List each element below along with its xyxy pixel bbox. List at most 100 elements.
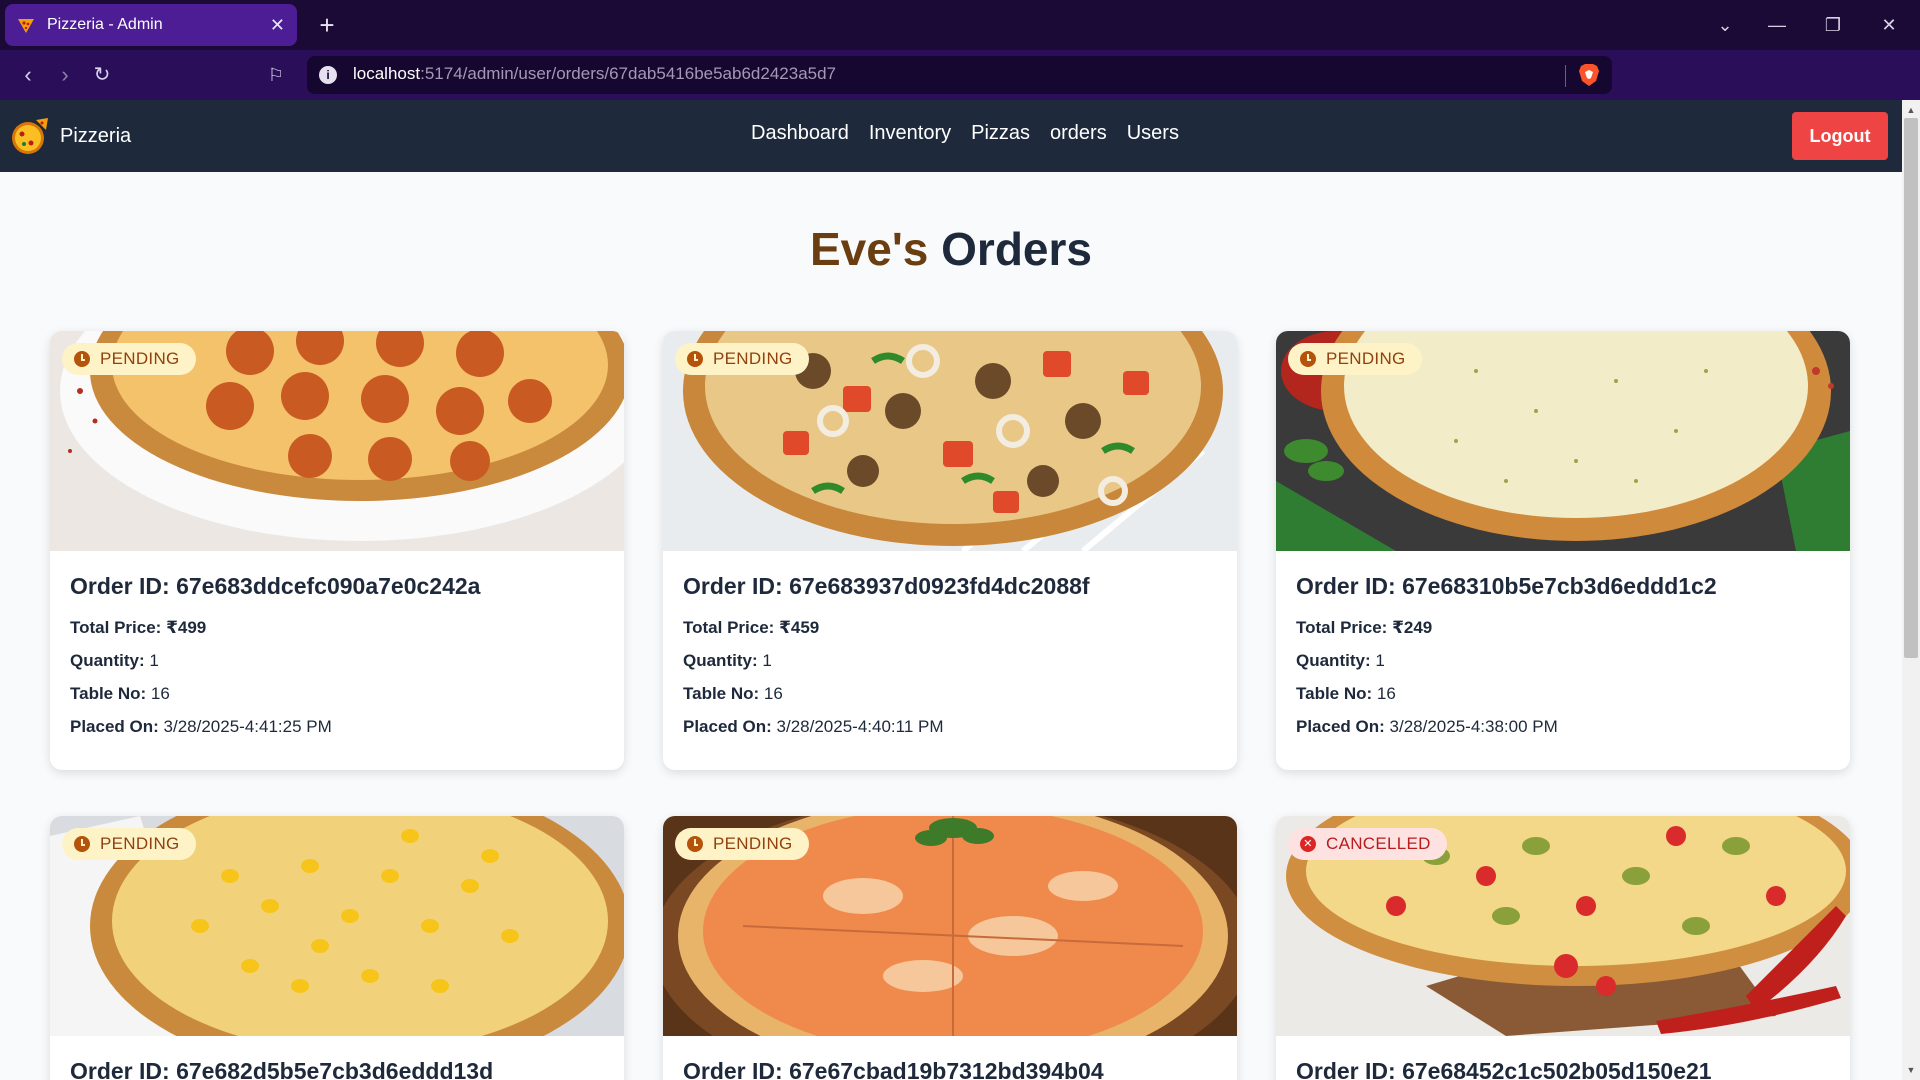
- order-id: Order ID: 67e682d5b5e7cb3d6eddd13d: [70, 1058, 604, 1080]
- table-no-label: Table No:: [70, 684, 147, 703]
- brand[interactable]: Pizzeria: [10, 116, 131, 156]
- order-id-label: Order ID:: [683, 1058, 783, 1080]
- status-text: CANCELLED: [1326, 834, 1431, 853]
- order-card[interactable]: PENDING Order ID: 67e67cbad19b7312bd394b…: [663, 816, 1237, 1080]
- status-badge: PENDING: [62, 828, 196, 860]
- order-id-label: Order ID:: [70, 573, 170, 599]
- pizza-image: ✕ CANCELLED: [1276, 816, 1850, 1036]
- scroll-up-icon[interactable]: ▲: [1905, 104, 1917, 116]
- reload-icon[interactable]: ↻: [88, 62, 116, 88]
- table-no-label: Table No:: [683, 684, 760, 703]
- placed-on-label: Placed On:: [70, 717, 159, 736]
- address-bar[interactable]: i localhost:5174/admin/user/orders/67dab…: [307, 56, 1612, 94]
- new-tab-icon[interactable]: +: [312, 10, 342, 40]
- placed-on-label: Placed On:: [683, 717, 772, 736]
- order-id: Order ID: 67e683ddcefc090a7e0c242a: [70, 573, 604, 600]
- forward-icon[interactable]: ›: [51, 62, 79, 88]
- placed-on-value: 3/28/2025-4:41:25 PM: [163, 717, 332, 736]
- order-id-value: 67e68452c1c502b05d150e21: [1402, 1058, 1712, 1080]
- clock-icon: [687, 836, 703, 852]
- order-card[interactable]: ✕ CANCELLED Order ID: 67e68452c1c502b05d…: [1276, 816, 1850, 1080]
- brand-name: Pizzeria: [60, 124, 132, 147]
- nav-dashboard[interactable]: Dashboard: [751, 122, 849, 145]
- page-title-owner: Eve's: [809, 223, 929, 275]
- pizza-image: PENDING: [663, 816, 1237, 1036]
- total-price-label: Total Price:: [683, 618, 775, 637]
- tab-title: Pizzeria - Admin: [47, 16, 163, 33]
- quantity-label: Quantity:: [683, 651, 758, 670]
- page-title-rest: Orders: [941, 223, 1092, 275]
- order-details: Order ID: 67e683937d0923fd4dc2088f Total…: [663, 551, 1237, 770]
- main-nav: Dashboard Inventory Pizzas orders Users: [751, 122, 1179, 145]
- scroll-down-icon[interactable]: ▼: [1905, 1064, 1917, 1076]
- pizza-image: PENDING: [663, 331, 1237, 551]
- close-tab-icon[interactable]: ✕: [270, 15, 285, 36]
- order-card[interactable]: PENDING Order ID: 67e683ddcefc090a7e0c24…: [50, 331, 624, 770]
- restore-icon[interactable]: ❐: [1818, 12, 1848, 38]
- browser-tab[interactable]: Pizzeria - Admin ✕: [5, 4, 297, 46]
- status-badge: PENDING: [1288, 343, 1422, 375]
- order-details: Order ID: 67e682d5b5e7cb3d6eddd13d: [50, 1036, 624, 1080]
- total-price: Total Price: ₹459: [683, 618, 1217, 638]
- nav-pizzas[interactable]: Pizzas: [971, 122, 1030, 145]
- order-details: Order ID: 67e683ddcefc090a7e0c242a Total…: [50, 551, 624, 770]
- quantity-value: 1: [149, 651, 159, 670]
- nav-users[interactable]: Users: [1127, 122, 1179, 145]
- minimize-icon[interactable]: —: [1762, 12, 1792, 38]
- total-price-label: Total Price:: [70, 618, 162, 637]
- total-price-value: ₹459: [779, 618, 820, 637]
- status-text: PENDING: [100, 834, 180, 853]
- logout-button[interactable]: Logout: [1792, 112, 1888, 160]
- pizza-logo-icon: [12, 118, 48, 154]
- quantity-value: 1: [1375, 651, 1385, 670]
- order-card[interactable]: PENDING Order ID: 67e682d5b5e7cb3d6eddd1…: [50, 816, 624, 1080]
- close-window-icon[interactable]: ✕: [1874, 12, 1904, 38]
- status-text: PENDING: [713, 349, 793, 368]
- site-info-icon[interactable]: i: [319, 66, 337, 84]
- back-icon[interactable]: ‹: [14, 62, 42, 88]
- app-navbar: Pizzeria Dashboard Inventory Pizzas orde…: [0, 100, 1902, 172]
- status-badge: PENDING: [675, 828, 809, 860]
- status-badge: PENDING: [62, 343, 196, 375]
- bookmark-icon[interactable]: ⚐: [262, 62, 290, 88]
- order-id-value: 67e68310b5e7cb3d6eddd1c2: [1402, 573, 1717, 599]
- url-path: :5174/admin/user/orders/67dab5416be5ab6d…: [420, 64, 837, 83]
- quantity-label: Quantity:: [1296, 651, 1371, 670]
- scrollbar-thumb[interactable]: [1904, 118, 1918, 658]
- order-card[interactable]: PENDING Order ID: 67e683937d0923fd4dc208…: [663, 331, 1237, 770]
- order-id-value: 67e683937d0923fd4dc2088f: [789, 573, 1090, 599]
- brave-shields-icon[interactable]: [1578, 63, 1600, 87]
- pizza-image: PENDING: [50, 816, 624, 1036]
- table-no-value: 16: [1376, 684, 1396, 703]
- order-details: Order ID: 67e67cbad19b7312bd394b04: [663, 1036, 1237, 1080]
- tab-search-icon[interactable]: ⌄: [1710, 12, 1740, 38]
- order-id: Order ID: 67e683937d0923fd4dc2088f: [683, 573, 1217, 600]
- quantity-label: Quantity:: [70, 651, 145, 670]
- quantity-value: 1: [762, 651, 772, 670]
- order-id-value: 67e682d5b5e7cb3d6eddd13d: [176, 1058, 494, 1080]
- order-card[interactable]: PENDING Order ID: 67e68310b5e7cb3d6eddd1…: [1276, 331, 1850, 770]
- url-text[interactable]: localhost:5174/admin/user/orders/67dab54…: [353, 64, 836, 84]
- nav-orders[interactable]: orders: [1050, 122, 1107, 145]
- total-price: Total Price: ₹249: [1296, 618, 1830, 638]
- status-text: PENDING: [1326, 349, 1406, 368]
- quantity: Quantity: 1: [1296, 651, 1830, 671]
- nav-inventory[interactable]: Inventory: [869, 122, 951, 145]
- order-id: Order ID: 67e68452c1c502b05d150e21: [1296, 1058, 1830, 1080]
- order-details: Order ID: 67e68452c1c502b05d150e21: [1276, 1036, 1850, 1080]
- quantity: Quantity: 1: [683, 651, 1217, 671]
- order-id-value: 67e683ddcefc090a7e0c242a: [176, 573, 481, 599]
- placed-on: Placed On: 3/28/2025-4:41:25 PM: [70, 717, 604, 737]
- table-no-value: 16: [150, 684, 170, 703]
- placed-on-value: 3/28/2025-4:40:11 PM: [776, 717, 944, 736]
- table-no-value: 16: [763, 684, 783, 703]
- order-id: Order ID: 67e68310b5e7cb3d6eddd1c2: [1296, 573, 1830, 600]
- order-id-label: Order ID:: [683, 573, 783, 599]
- url-host: localhost: [353, 64, 421, 83]
- table-no: Table No: 16: [70, 684, 604, 704]
- pizza-favicon-icon: [18, 19, 34, 33]
- browser-tab-bar: Pizzeria - Admin ✕ + ⌄ — ❐ ✕: [0, 0, 1920, 50]
- clock-icon: [687, 351, 703, 367]
- total-price: Total Price: ₹499: [70, 618, 604, 638]
- total-price-label: Total Price:: [1296, 618, 1388, 637]
